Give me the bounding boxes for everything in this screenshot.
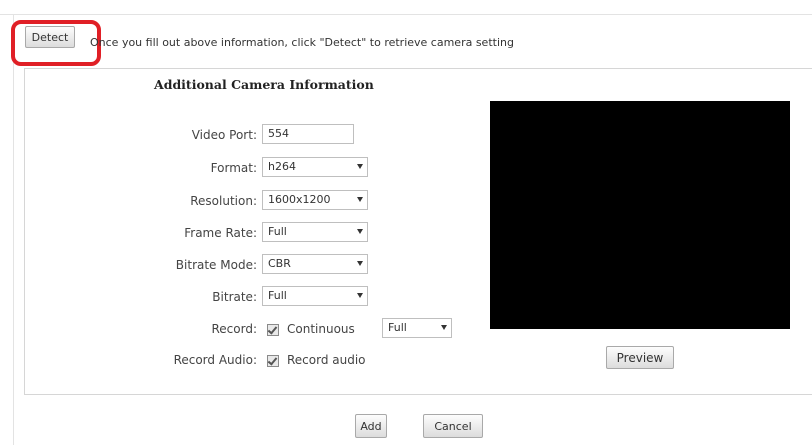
format-label: Format: [210,161,257,175]
record-continuous-checkbox[interactable] [267,324,279,336]
checkmark-icon [267,355,278,366]
detect-instruction: Once you fill out above information, cli… [90,36,514,49]
cancel-button[interactable]: Cancel [423,414,483,438]
record-audio-checkbox-label: Record audio [287,353,366,367]
record-audio-checkbox[interactable] [267,355,279,367]
frame-rate-select[interactable]: Full [262,222,368,242]
format-value: h264 [268,160,296,173]
frame-rate-label: Frame Rate: [184,226,257,240]
chevron-down-icon [357,229,363,234]
bitrate-mode-select[interactable]: CBR [262,254,368,274]
add-button[interactable]: Add [355,414,387,438]
bitrate-mode-label: Bitrate Mode: [175,258,257,272]
top-divider [0,14,812,15]
chevron-down-icon [357,261,363,266]
preview-button[interactable]: Preview [606,346,674,369]
chevron-down-icon [357,197,363,202]
video-preview [490,101,790,329]
bitrate-select[interactable]: Full [262,286,368,306]
section-title: Additional Camera Information [154,77,374,92]
resolution-value: 1600x1200 [268,193,331,206]
frame-rate-value: Full [268,225,287,238]
left-divider [13,14,14,445]
resolution-label: Resolution: [190,194,257,208]
record-continuous-label: Continuous [287,322,355,336]
video-port-input[interactable]: 554 [262,124,354,144]
chevron-down-icon [441,325,447,330]
bitrate-label: Bitrate: [212,290,257,304]
detect-highlight [11,20,101,66]
resolution-select[interactable]: 1600x1200 [262,190,368,210]
video-port-label: Video Port: [191,128,257,142]
checkmark-icon [267,324,278,335]
format-select[interactable]: h264 [262,157,368,177]
record-quality-value: Full [388,321,407,334]
chevron-down-icon [357,293,363,298]
bitrate-mode-value: CBR [268,257,291,270]
record-quality-select[interactable]: Full [382,318,452,338]
chevron-down-icon [357,164,363,169]
bitrate-value: Full [268,289,287,302]
record-label: Record: [211,322,257,336]
record-audio-label: Record Audio: [173,353,257,367]
